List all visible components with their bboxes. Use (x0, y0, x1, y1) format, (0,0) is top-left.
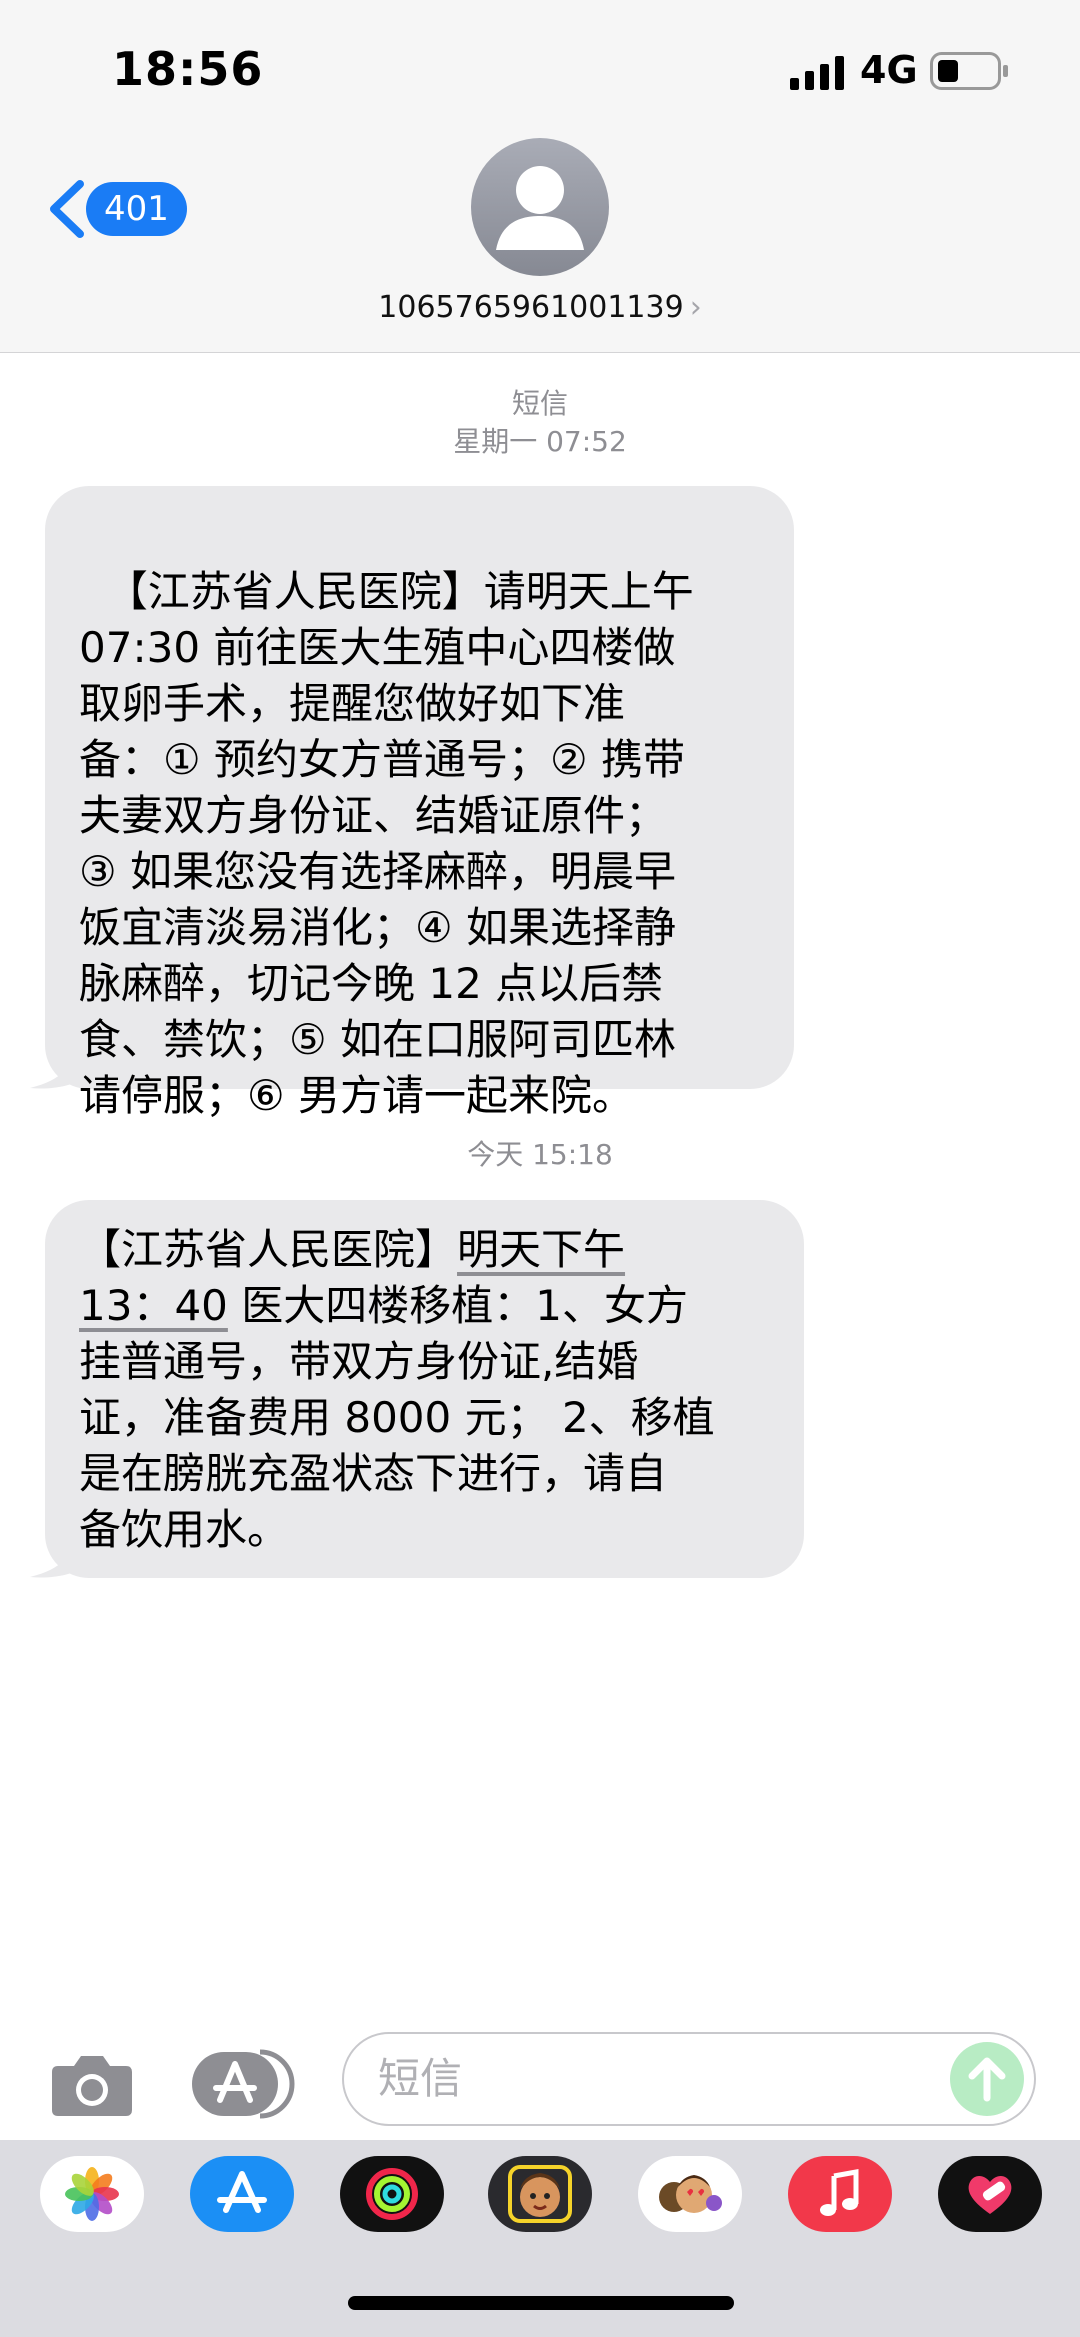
memoji-stickers-icon[interactable] (638, 2156, 742, 2232)
unread-count-badge[interactable]: 401 (86, 182, 187, 236)
message-input[interactable]: 短信 (342, 2032, 1036, 2126)
bubble-tail (30, 1531, 84, 1578)
memoji-icon[interactable] (488, 2156, 592, 2232)
arrow-up-icon (968, 2057, 1006, 2102)
message-text: 【江苏省人民医院】 (79, 1225, 458, 1274)
app-store-icon[interactable] (190, 2156, 294, 2232)
activity-icon[interactable] (340, 2156, 444, 2232)
time-link[interactable]: 13：40 (79, 1281, 228, 1330)
person-icon (496, 166, 584, 250)
bubble-tail (30, 1042, 84, 1089)
chevron-right-icon: › (689, 290, 702, 325)
message-bubble[interactable]: 【江苏省人民医院】明天下午 13：40 医大四楼移植：1、女方 挂普通号，带双方… (45, 1200, 804, 1578)
music-icon[interactable] (788, 2156, 892, 2232)
send-button[interactable] (950, 2042, 1024, 2116)
memoji-face-icon (508, 2165, 572, 2223)
message-input-placeholder: 短信 (378, 2054, 463, 2103)
date-link[interactable]: 明天下午 (457, 1225, 625, 1274)
service-label: 短信 (511, 387, 568, 420)
battery-icon (930, 52, 1008, 90)
message-timestamp: 星期一 07:52 (453, 425, 627, 458)
cellular-signal-icon (790, 56, 844, 90)
heart-bandage-icon (968, 2176, 1012, 2214)
activity-rings-icon (366, 2168, 418, 2220)
memoji-stickers-face-icon (659, 2175, 722, 2213)
contact-avatar[interactable] (471, 138, 609, 276)
app-store-apps-icon[interactable] (190, 2048, 296, 2120)
photos-icon[interactable] (40, 2156, 144, 2232)
heart-app-icon[interactable] (938, 2156, 1042, 2232)
message-bubble[interactable]: 【江苏省人民医院】请明天上午 07:30 前往医大生殖中心四楼做 取卵手术，提醒… (45, 486, 794, 1120)
back-chevron-icon[interactable] (44, 178, 90, 240)
status-time: 18:56 (112, 42, 264, 96)
home-indicator[interactable] (348, 2296, 734, 2310)
app-store-glyph-icon (217, 2171, 267, 2213)
photos-flower-icon (65, 2167, 119, 2221)
message-timestamp: 今天 15:18 (467, 1138, 613, 1171)
contact-name[interactable]: 1065765961001139 › (0, 290, 1080, 325)
camera-icon[interactable] (50, 2052, 134, 2118)
network-type: 4G (860, 48, 918, 92)
music-note-icon (820, 2169, 859, 2216)
contact-number: 1065765961001139 (378, 290, 684, 325)
message-text: 【江苏省人民医院】请明天上午 07:30 前往医大生殖中心四楼做 取卵手术，提醒… (79, 567, 694, 1120)
